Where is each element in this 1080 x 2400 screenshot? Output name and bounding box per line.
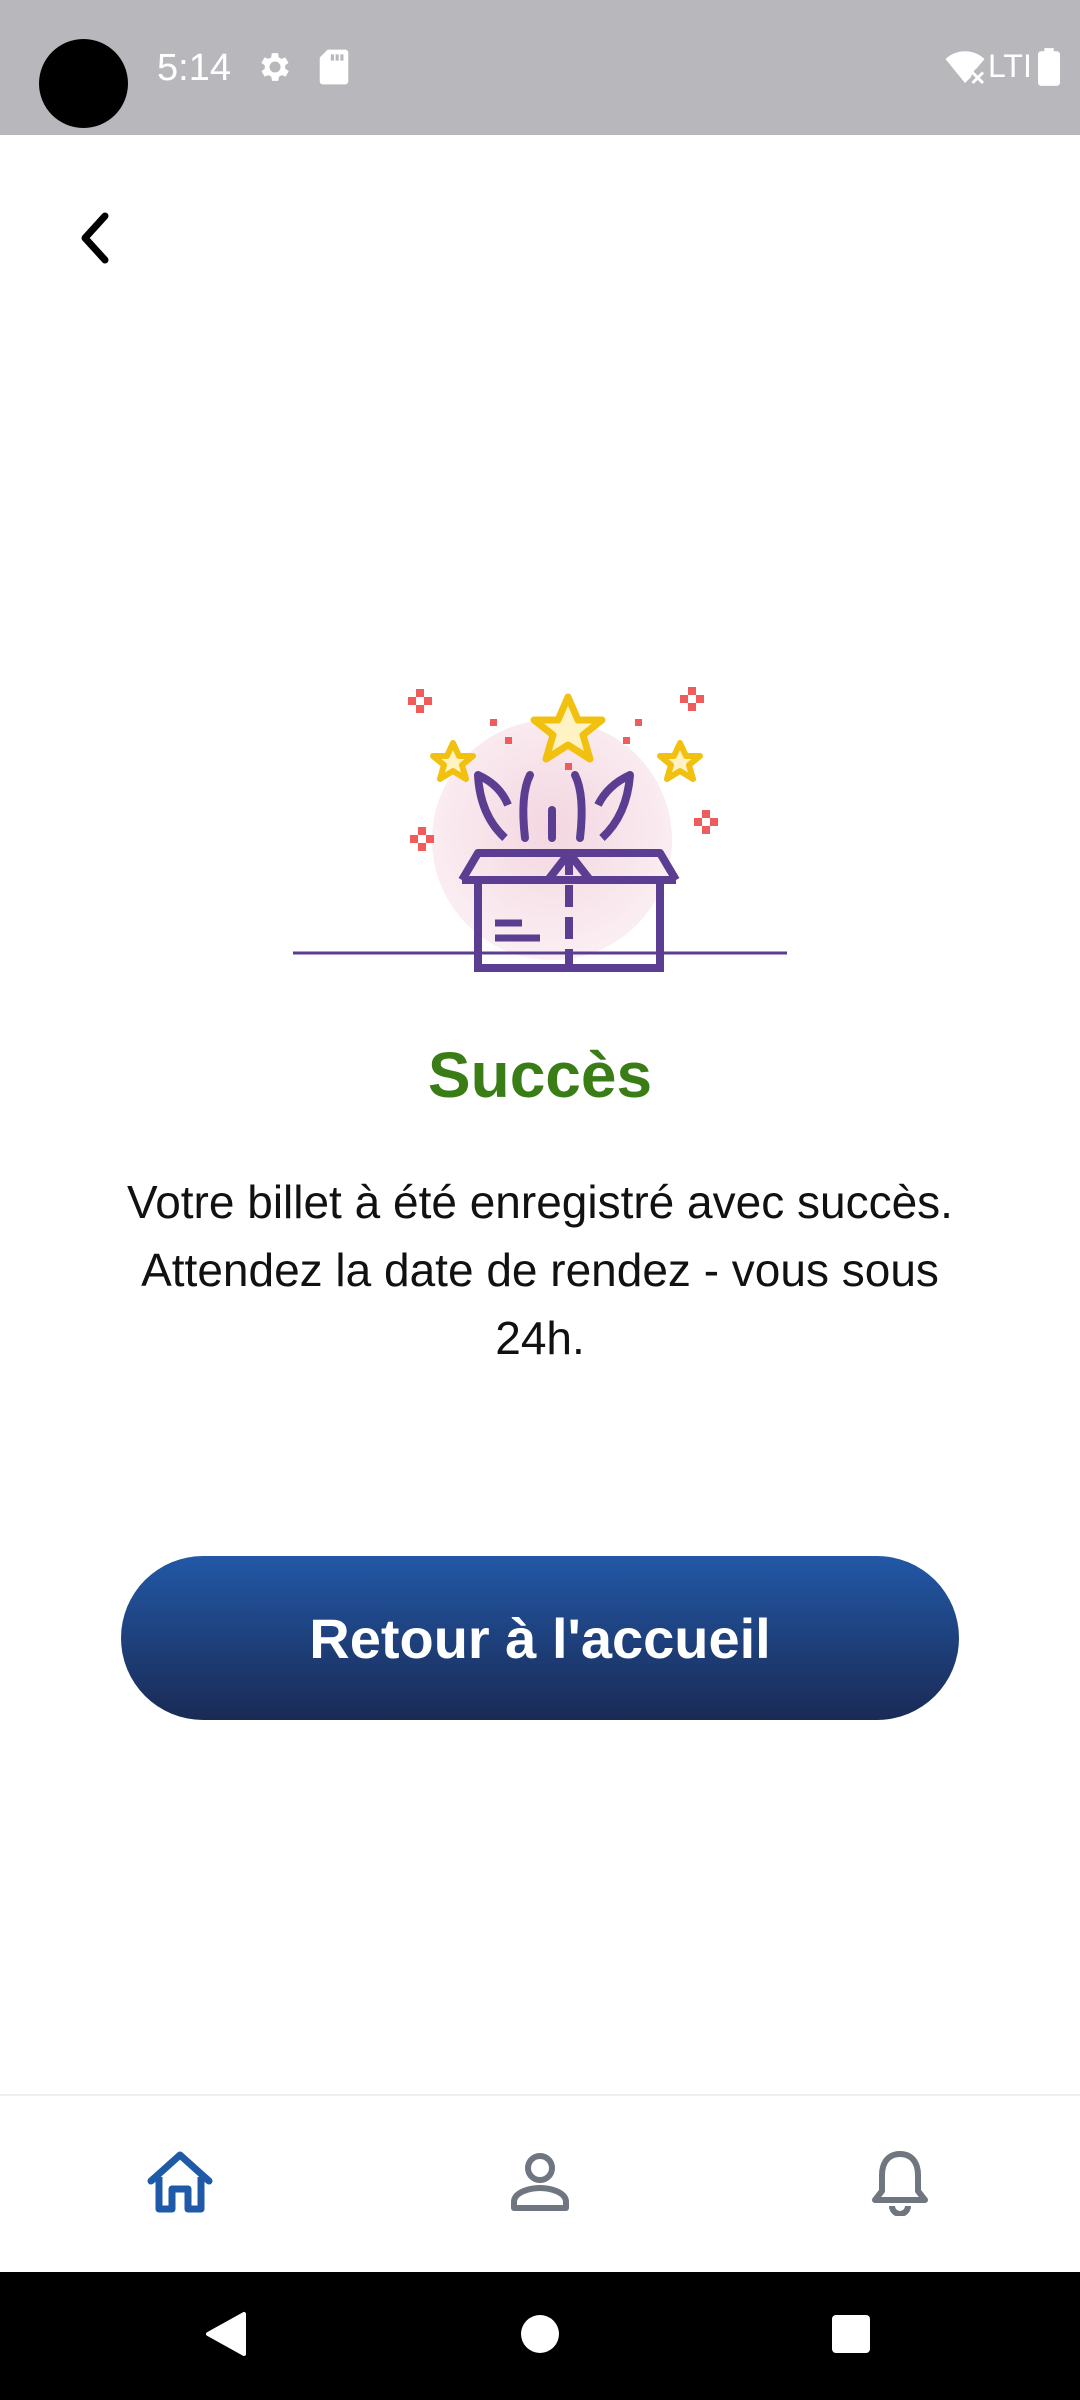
circle-home-icon [520, 2314, 560, 2359]
bell-icon [870, 2148, 930, 2221]
system-back-button[interactable] [186, 2296, 266, 2376]
system-recents-button[interactable] [811, 2296, 891, 2376]
screen: 5:14 LTI Succès Votre billet à été enreg… [0, 0, 1080, 2400]
square-recents-icon [831, 2314, 871, 2359]
status-time: 5:14 [157, 47, 231, 89]
triangle-back-icon [204, 2310, 248, 2363]
nav-notifications-tab[interactable] [850, 2134, 950, 2234]
profile-icon [508, 2150, 572, 2219]
settings-gear-icon [256, 48, 294, 91]
success-message: Votre billet à été enregistré avec succè… [127, 1176, 953, 1364]
sd-card-icon [318, 48, 350, 91]
wifi-off-icon [944, 50, 986, 91]
nav-profile-tab[interactable] [490, 2134, 590, 2234]
system-navigation-bar [0, 2272, 1080, 2400]
camera-cutout [39, 39, 128, 128]
home-icon [145, 2149, 215, 2220]
bottom-navigation [0, 2094, 1080, 2274]
return-home-button[interactable]: Retour à l'accueil [121, 1556, 959, 1720]
network-type: LTI [988, 48, 1032, 84]
nav-home-tab[interactable] [130, 2134, 230, 2234]
success-title: Succès [427, 1039, 653, 1111]
battery-icon [1038, 48, 1060, 91]
back-button[interactable] [60, 200, 130, 280]
status-bar: 5:14 LTI [0, 0, 1080, 135]
chevron-left-icon [75, 210, 115, 271]
system-home-button[interactable] [500, 2296, 580, 2376]
success-illustration [290, 675, 790, 975]
